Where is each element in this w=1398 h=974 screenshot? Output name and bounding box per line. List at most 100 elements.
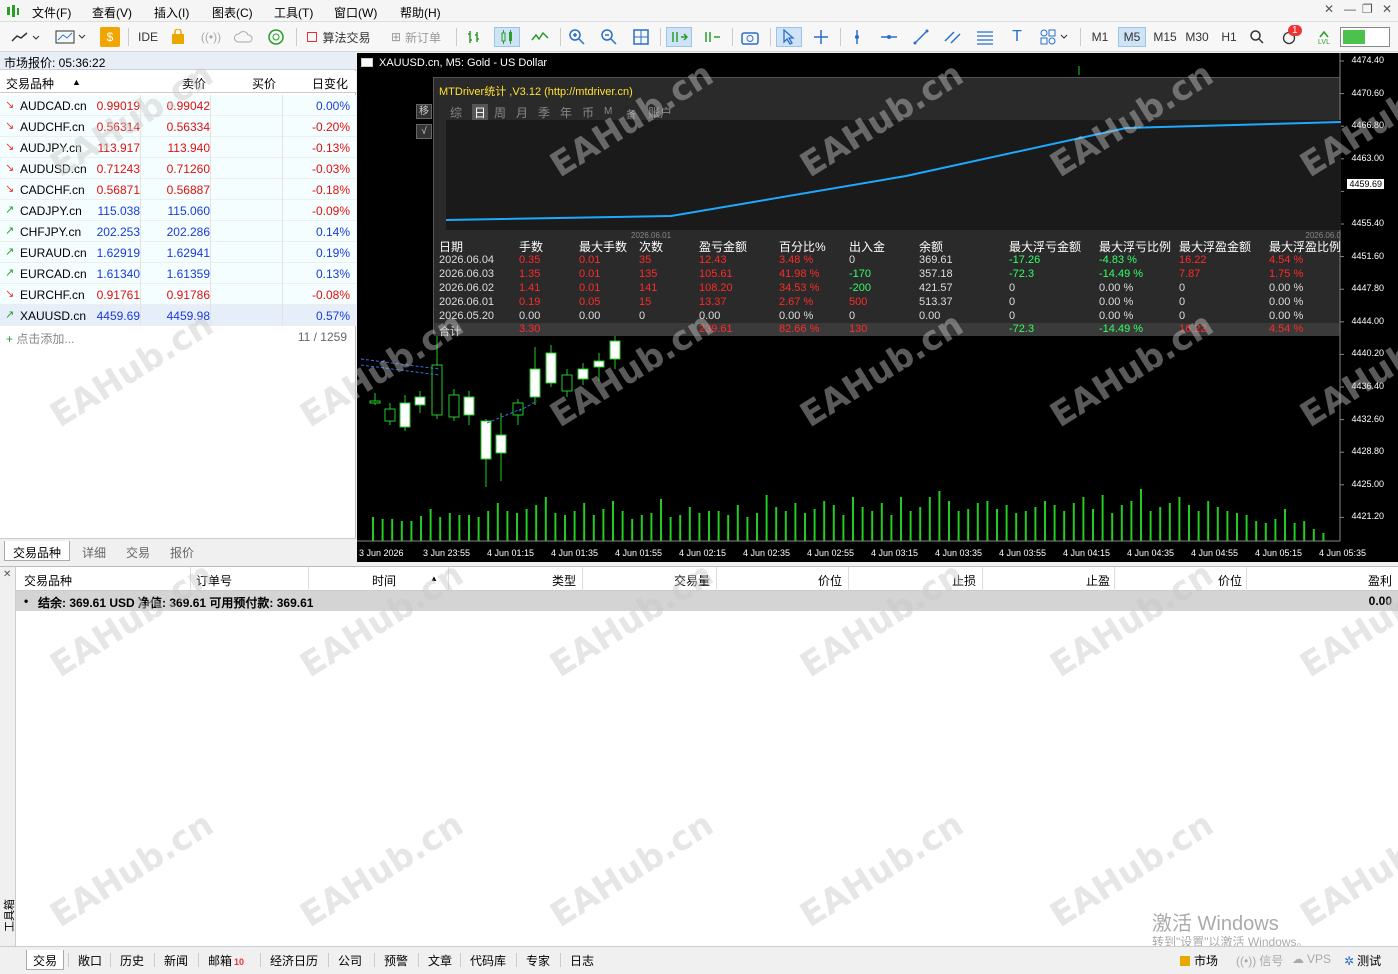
channel-icon[interactable] [942, 27, 964, 47]
zoom-in-icon[interactable] [566, 27, 588, 47]
close-toolbox-icon[interactable]: ✕ [3, 569, 11, 580]
terminal-tab[interactable]: 预警 [378, 950, 414, 970]
status-market[interactable]: 市场 [1180, 952, 1218, 969]
vertical-line-icon[interactable] [846, 27, 868, 47]
algo-trading-button[interactable]: 算法交易 [302, 27, 376, 47]
price-chart[interactable]: XAUUSD.cn, M5: Gold - US Dollar 4474.40 4… [357, 53, 1398, 562]
tf-m5-button[interactable]: M5 [1118, 27, 1146, 47]
status-vps[interactable]: ☁ VPS [1292, 952, 1331, 966]
menu-charts[interactable]: 图表(C) [212, 4, 253, 21]
stats-tab[interactable]: 月 [516, 104, 528, 121]
shapes-icon[interactable] [1036, 27, 1072, 47]
orders-col-header[interactable]: 订单号 [196, 572, 232, 589]
notifications-button[interactable]: 1 [1276, 25, 1304, 47]
terminal-tab[interactable]: 经济日历 [264, 950, 324, 970]
terminal-tab[interactable]: 新闻 [158, 950, 194, 970]
menu-file[interactable]: 文件(F) [32, 4, 71, 21]
chart-template-button[interactable] [52, 27, 88, 47]
horizontal-line-icon[interactable] [878, 27, 900, 47]
signal-icon[interactable]: ((•)) [198, 27, 224, 47]
market-row[interactable]: ↗ CADJPY.cn 115.038 115.060 -0.09% [0, 200, 356, 221]
terminal-tab[interactable]: 专家 [520, 950, 556, 970]
stats-tab[interactable]: 综 [450, 104, 462, 121]
stats-tab[interactable]: 账户 [648, 104, 672, 121]
orders-col-header[interactable]: 止盈 [1030, 572, 1110, 589]
line-chart-button[interactable] [8, 27, 42, 47]
menu-view[interactable]: 查看(V) [92, 4, 132, 21]
status-signal[interactable]: ((•)) 信号 [1236, 952, 1283, 969]
close-x-icon[interactable]: ✕ [1324, 2, 1334, 16]
tab-trading[interactable]: 交易 [118, 541, 158, 561]
menu-tools[interactable]: 工具(T) [274, 4, 313, 21]
orders-col-header[interactable]: 交易量 [630, 572, 710, 589]
search-icon[interactable] [1246, 27, 1268, 47]
fibonacci-icon[interactable] [974, 27, 996, 47]
market-row[interactable]: ↗ EURAUD.cn 1.62919 1.62941 0.19% [0, 242, 356, 263]
chart-shift-icon[interactable] [700, 27, 724, 47]
orders-col-header[interactable]: 盈利 [1312, 572, 1392, 589]
screenshot-icon[interactable] [738, 27, 762, 47]
cursor-icon[interactable] [776, 27, 802, 47]
bag-icon[interactable] [168, 27, 188, 47]
stats-tab[interactable]: 日 [472, 104, 489, 121]
line-icon[interactable] [528, 27, 552, 47]
check-button[interactable]: √ [416, 124, 432, 139]
terminal-tab[interactable]: 日志 [564, 950, 600, 970]
restore-icon[interactable]: ❐ [1362, 2, 1373, 16]
terminal-tab[interactable]: 代码库 [464, 950, 512, 970]
dollar-icon[interactable]: $ [100, 27, 120, 47]
tile-windows-icon[interactable] [630, 27, 652, 47]
trendline-icon[interactable] [910, 27, 932, 47]
menu-help[interactable]: 帮助(H) [400, 4, 441, 21]
orders-col-header[interactable]: 价位 [1162, 572, 1242, 589]
tf-m30-button[interactable]: M30 [1182, 27, 1212, 47]
orders-col-header[interactable]: 止损 [896, 572, 976, 589]
move-button[interactable]: 移 [416, 104, 432, 119]
orders-col-header[interactable]: 类型 [496, 572, 576, 589]
market-row[interactable]: ↗ CHFJPY.cn 202.253 202.286 0.14% [0, 221, 356, 242]
terminal-tab[interactable]: 邮箱 10 [202, 950, 250, 970]
toolbox-label[interactable]: 工具箱 [1, 872, 17, 932]
cloud-icon[interactable] [230, 27, 258, 47]
text-tool-icon[interactable]: T [1006, 27, 1028, 47]
candlestick-icon[interactable] [494, 27, 520, 47]
level-icon[interactable]: LVL [1312, 27, 1336, 47]
market-row[interactable]: ↘ AUDUSD.cn 0.71243 0.71260 -0.03% [0, 158, 356, 179]
col-ask[interactable]: 买价 [252, 75, 276, 92]
stats-tab[interactable]: 币 [582, 104, 594, 121]
terminal-tab[interactable]: 公司 [332, 950, 368, 970]
stats-panel[interactable]: MTDriver统计 ,V3.12 (http://mtdriver.cn) 综… [433, 77, 1342, 338]
market-globe-icon[interactable] [264, 27, 288, 47]
stats-tab[interactable]: 备 [626, 106, 636, 121]
market-row[interactable]: ↗ XAUUSD.cn 4459.69 4459.98 0.57% [0, 305, 356, 326]
stats-tab[interactable]: 周 [494, 104, 506, 121]
orders-col-header[interactable]: 交易品种 [24, 572, 72, 589]
tab-symbols[interactable]: 交易品种 [4, 541, 71, 561]
new-order-button[interactable]: ⊞ 新订单 [384, 27, 448, 47]
add-symbol-link[interactable]: + 点击添加... [6, 330, 74, 347]
stats-tab[interactable]: M [604, 106, 612, 117]
minimize-icon[interactable]: — [1344, 2, 1356, 16]
market-row[interactable]: ↘ AUDJPY.cn 113.917 113.940 -0.13% [0, 137, 356, 158]
close-icon[interactable]: ✕ [1382, 2, 1392, 16]
auto-scroll-icon[interactable] [666, 27, 692, 47]
stats-tab[interactable]: 季 [538, 104, 550, 121]
terminal-tab[interactable]: 历史 [114, 950, 150, 970]
market-row[interactable]: ↘ AUDCHF.cn 0.56314 0.56334 -0.20% [0, 116, 356, 137]
col-change[interactable]: 日变化 [312, 75, 348, 92]
crosshair-icon[interactable] [810, 27, 832, 47]
orders-col-header[interactable]: 价位 [762, 572, 842, 589]
ide-button[interactable]: IDE [134, 27, 162, 47]
status-test[interactable]: ✲ 测试 [1344, 952, 1381, 969]
tab-ticks[interactable]: 报价 [162, 541, 202, 561]
menu-window[interactable]: 窗口(W) [334, 4, 377, 21]
col-symbol[interactable]: 交易品种 [6, 75, 54, 92]
market-row[interactable]: ↘ AUDCAD.cn 0.99019 0.99042 0.00% [0, 95, 356, 116]
zoom-out-icon[interactable] [598, 27, 620, 47]
bar-chart-icon[interactable] [462, 27, 486, 47]
balance-row[interactable]: • 结余: 369.61 USD 净值: 369.61 可用预付款: 369.6… [16, 591, 1398, 611]
tf-m1-button[interactable]: M1 [1086, 27, 1114, 47]
orders-col-header[interactable]: 时间 [316, 572, 396, 589]
market-row[interactable]: ↘ EURCHF.cn 0.91761 0.91786 -0.08% [0, 284, 356, 305]
market-row[interactable]: ↘ CADCHF.cn 0.56871 0.56887 -0.18% [0, 179, 356, 200]
